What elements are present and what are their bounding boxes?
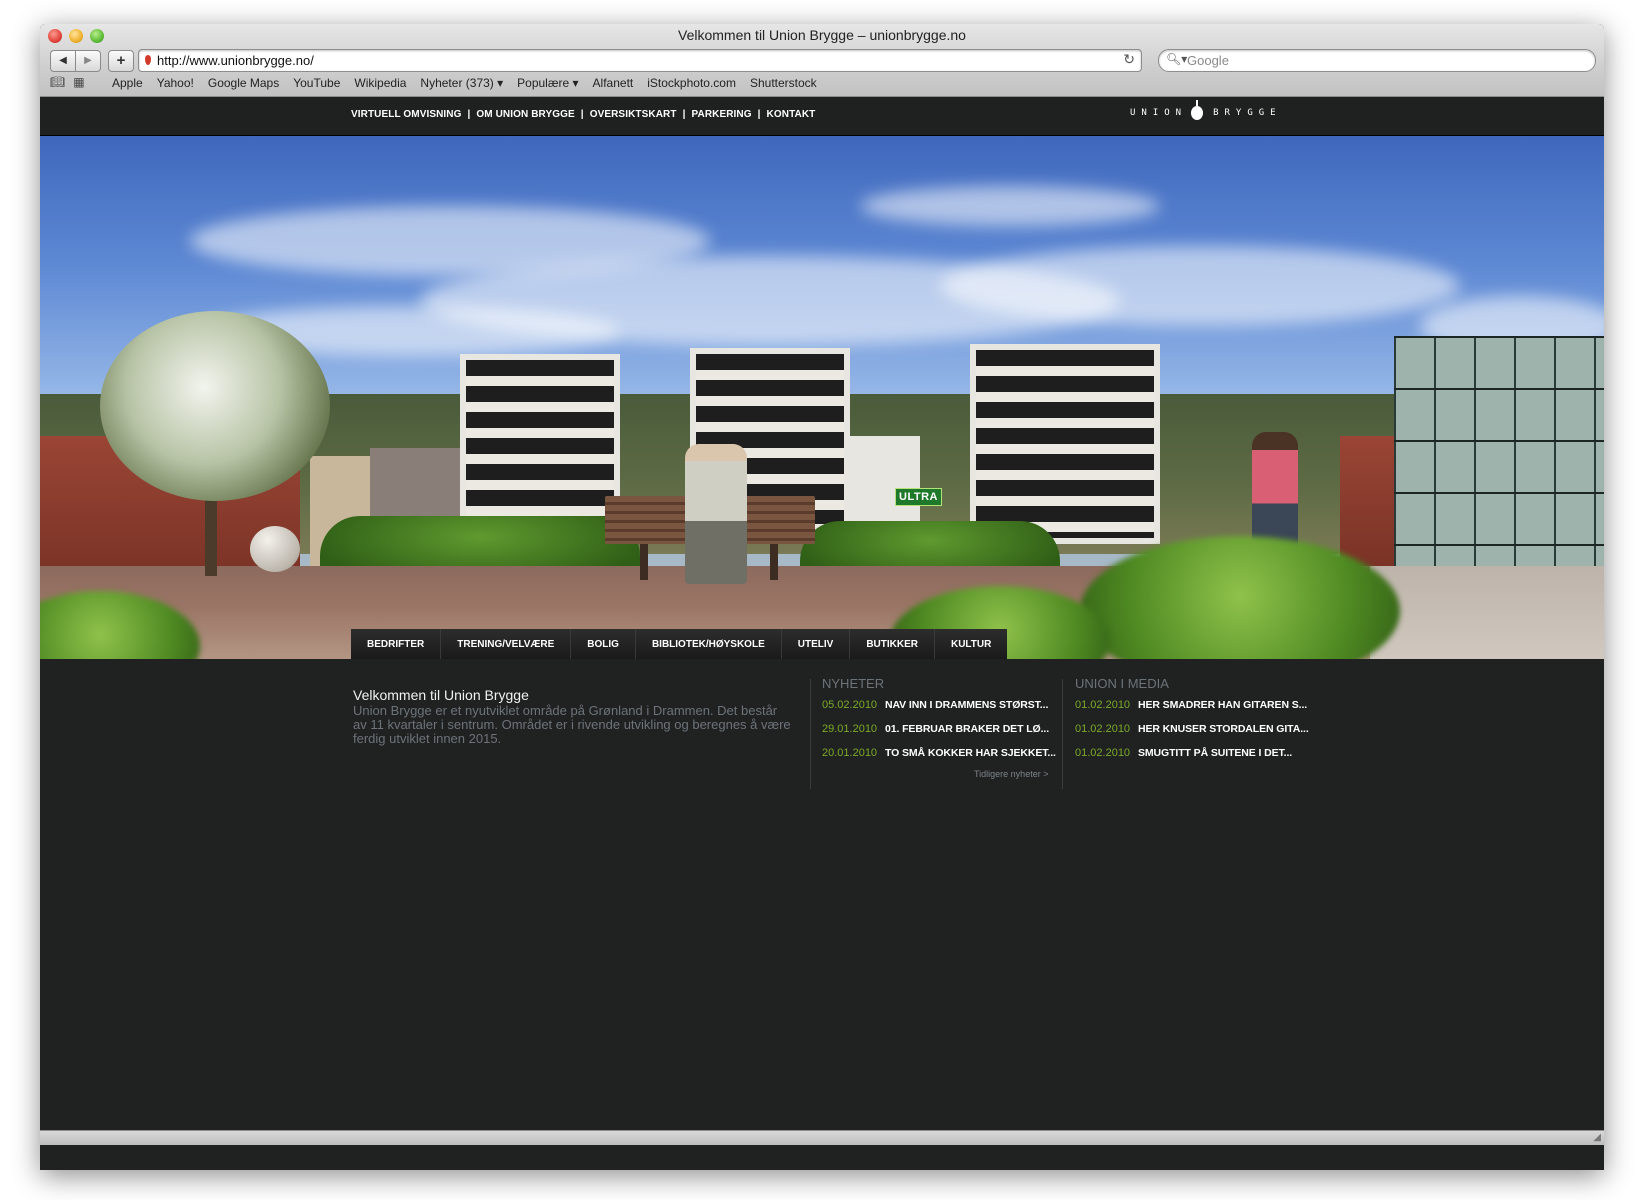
nav-separator: | [757, 109, 761, 120]
tab-butikker[interactable]: BUTIKKER [850, 629, 935, 659]
bookmark-apple[interactable]: Apple [112, 76, 143, 90]
bookmarks-bar: Apple Yahoo! Google Maps YouTube Wikiped… [112, 76, 817, 90]
media-headline[interactable]: HER KNUSER STORDALEN GITA... [1138, 723, 1309, 747]
back-button[interactable]: ◀ [50, 50, 76, 72]
news-headline[interactable]: TO SMÅ KOKKER HAR SJEKKET... [885, 747, 1056, 771]
stone-sphere [250, 526, 300, 572]
apartment-building [850, 436, 920, 526]
man-reading-newspaper [685, 444, 747, 584]
tab-trening-velvaere[interactable]: TRENING/VELVÆRE [441, 629, 572, 659]
bookmark-populaere[interactable]: Populære ▾ [517, 76, 578, 90]
forward-arrow-icon: ▶ [84, 55, 92, 66]
window-title: Velkommen til Union Brygge – unionbrygge… [678, 27, 966, 43]
nav-oversiktskart[interactable]: OVERSIKTSKART [590, 109, 677, 120]
media-item[interactable]: 01.02.2010 HER KNUSER STORDALEN GITA... [1075, 723, 1309, 747]
tab-bolig[interactable]: BOLIG [571, 629, 636, 659]
category-navigation: BEDRIFTER TRENING/VELVÆRE BOLIG BIBLIOTE… [351, 629, 1008, 659]
nav-parkering[interactable]: PARKERING [691, 109, 751, 120]
blossom-tree [100, 311, 330, 501]
nav-kontakt[interactable]: KONTAKT [767, 109, 816, 120]
logo-text-left: UNION [1130, 108, 1188, 118]
logo-text-right: BRYGGE [1213, 108, 1282, 118]
cloud [860, 186, 1160, 226]
news-headline[interactable]: NAV INN I DRAMMENS STØRST... [885, 699, 1048, 723]
status-bar: ◢ [40, 1130, 1604, 1145]
bookmark-toolbar-icons: 📖︎▦ [50, 75, 93, 89]
cloud [940, 246, 1460, 326]
media-headline[interactable]: HER SMADRER HAN GITAREN S... [1138, 699, 1307, 723]
search-icon: 🔍︎▾ [1166, 52, 1188, 66]
site-header: VIRTUELL OMVISNING | OM UNION BRYGGE | O… [40, 97, 1604, 136]
media-heading: UNION I MEDIA [1075, 676, 1169, 691]
media-item[interactable]: 01.02.2010 SMUGTITT PÅ SUITENE I DET... [1075, 747, 1309, 771]
grid-icon[interactable]: ▦ [73, 75, 92, 89]
news-item[interactable]: 05.02.2010 NAV INN I DRAMMENS STØRST... [822, 699, 1056, 723]
apartment-building [970, 344, 1160, 544]
media-list: 01.02.2010 HER SMADRER HAN GITAREN S... … [1075, 699, 1309, 771]
forward-button[interactable]: ▶ [75, 50, 101, 72]
hero-image: ULTRA BEDRIFTER TRENING/VELVÆRE BOLIG BI… [40, 136, 1604, 659]
nav-om-union-brygge[interactable]: OM UNION BRYGGE [476, 109, 574, 120]
glass-building [1394, 336, 1604, 566]
tab-bedrifter[interactable]: BEDRIFTER [351, 629, 442, 659]
browser-window: Velkommen til Union Brygge – unionbrygge… [40, 24, 1604, 1170]
reload-icon[interactable]: ↻ [1123, 51, 1135, 68]
media-date: 01.02.2010 [1075, 699, 1131, 711]
nav-separator: | [682, 109, 686, 120]
url-text[interactable]: http://www.unionbrygge.no/ [157, 53, 314, 68]
bookmark-istockphoto[interactable]: iStockphoto.com [647, 76, 736, 90]
bookmark-nyheter[interactable]: Nyheter (373) ▾ [420, 76, 503, 90]
news-date: 20.01.2010 [822, 747, 878, 759]
media-headline[interactable]: SMUGTITT PÅ SUITENE I DET... [1138, 747, 1292, 771]
tab-bibliotek-hoyskole[interactable]: BIBLIOTEK/HØYSKOLE [635, 629, 782, 659]
media-date: 01.02.2010 [1075, 747, 1131, 759]
bench-leg [640, 544, 648, 580]
browser-toolbar: Velkommen til Union Brygge – unionbrygge… [40, 24, 1604, 97]
open-book-icon[interactable]: 📖︎ [50, 75, 73, 89]
add-bookmark-button[interactable]: + [108, 50, 134, 72]
media-item[interactable]: 01.02.2010 HER SMADRER HAN GITAREN S... [1075, 699, 1309, 723]
news-heading: NYHETER [822, 676, 885, 691]
nav-separator: | [580, 109, 584, 120]
tab-uteliv[interactable]: UTELIV [781, 629, 851, 659]
bookmark-wikipedia[interactable]: Wikipedia [354, 76, 406, 90]
address-bar[interactable]: http://www.unionbrygge.no/ ↻ [138, 49, 1142, 72]
bookmark-alfanett[interactable]: Alfanett [593, 76, 634, 90]
welcome-text: Union Brygge er et nyutviklet område på … [353, 703, 791, 746]
older-news-link[interactable]: Tidligere nyheter > [974, 769, 1048, 779]
back-arrow-icon: ◀ [59, 55, 67, 66]
search-field[interactable]: 🔍︎▾ Google [1158, 49, 1596, 72]
top-navigation: VIRTUELL OMVISNING | OM UNION BRYGGE | O… [351, 109, 815, 120]
site-logo[interactable]: UNION BRYGGE [1130, 100, 1282, 120]
nav-virtuell-omvisning[interactable]: VIRTUELL OMVISNING [351, 109, 462, 120]
bookmark-youtube[interactable]: YouTube [293, 76, 340, 90]
bookmark-shutterstock[interactable]: Shutterstock [750, 76, 817, 90]
site-favicon-icon [145, 55, 151, 65]
news-headline[interactable]: 01. FEBRUAR BRAKER DET LØ... [885, 723, 1049, 747]
bookmark-yahoo[interactable]: Yahoo! [157, 76, 194, 90]
bookmark-google-maps[interactable]: Google Maps [208, 76, 279, 90]
news-item[interactable]: 29.01.2010 01. FEBRUAR BRAKER DET LØ... [822, 723, 1056, 747]
column-divider [1062, 679, 1063, 789]
tab-kultur[interactable]: KULTUR [934, 629, 1008, 659]
column-divider [810, 679, 811, 789]
bench-leg [770, 544, 778, 580]
news-item[interactable]: 20.01.2010 TO SMÅ KOKKER HAR SJEKKET... [822, 747, 1056, 771]
ultra-sign: ULTRA [895, 488, 942, 506]
search-placeholder: Google [1187, 53, 1229, 68]
news-date: 05.02.2010 [822, 699, 878, 711]
media-date: 01.02.2010 [1075, 723, 1131, 735]
resize-grip-icon[interactable]: ◢ [1593, 1132, 1601, 1143]
welcome-title: Velkommen til Union Brygge [353, 687, 529, 703]
apartment-building [460, 354, 620, 530]
logo-mark-icon [1191, 100, 1204, 120]
plus-icon: + [116, 52, 126, 69]
main-content: Velkommen til Union Brygge Union Brygge … [40, 659, 1604, 1130]
plaza-ground [1370, 566, 1604, 659]
nav-separator: | [467, 109, 471, 120]
news-date: 29.01.2010 [822, 723, 878, 735]
news-list: 05.02.2010 NAV INN I DRAMMENS STØRST... … [822, 699, 1056, 771]
